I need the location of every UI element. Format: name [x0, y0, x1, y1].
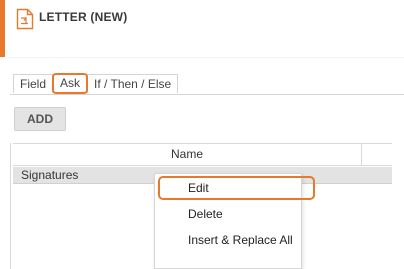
accent-bar [0, 0, 5, 57]
tab-bar: Field Ask If / Then / Else [13, 73, 179, 94]
menu-item-insert-replace-all[interactable]: Insert & Replace All [155, 228, 301, 252]
tab-divider [10, 94, 404, 95]
column-header-name[interactable]: Name [13, 144, 361, 165]
grid-border [10, 143, 11, 269]
tab-ask[interactable]: Ask [52, 73, 89, 94]
tab-if-then-else[interactable]: If / Then / Else [87, 74, 179, 93]
menu-item-edit[interactable]: Edit [158, 176, 315, 200]
column-separator[interactable] [361, 144, 362, 165]
menu-item-delete[interactable]: Delete [155, 202, 301, 226]
grid-header: Name [13, 143, 392, 166]
context-menu: Edit Delete Insert & Replace All [154, 173, 315, 269]
add-button[interactable]: ADD [14, 107, 66, 131]
tab-field[interactable]: Field [13, 74, 54, 93]
page-title: LETTER (NEW) [39, 10, 128, 24]
document-icon [16, 8, 34, 30]
header-divider [5, 57, 404, 58]
row-name-cell: Signatures [21, 168, 79, 182]
